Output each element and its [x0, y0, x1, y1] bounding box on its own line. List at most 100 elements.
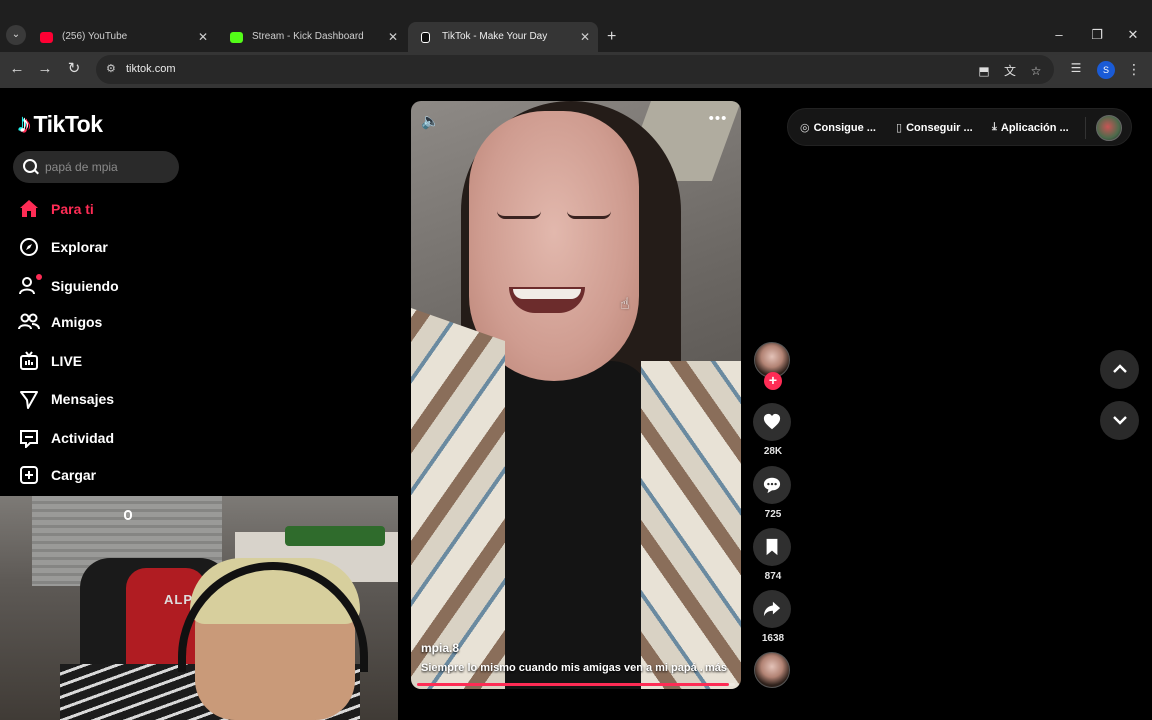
share-count: 1638 [761, 633, 785, 644]
video-author[interactable]: mpia.8 [421, 641, 459, 655]
tiktok-note-icon: ♪ [18, 109, 31, 138]
follow-plus-icon[interactable]: + [764, 372, 782, 390]
sidebar-item-siguiendo[interactable]: Siguiendo [18, 267, 218, 305]
reload-icon[interactable]: ↻ [65, 60, 83, 78]
counter-items [285, 526, 385, 546]
get-app-label: Conseguir ... [906, 121, 973, 134]
next-video-button[interactable] [1100, 401, 1139, 440]
activity-icon [18, 427, 40, 449]
volume-icon[interactable]: 🔈 [421, 113, 443, 131]
search-input[interactable]: papá de mpia [13, 151, 179, 183]
sidebar-item-actividad[interactable]: Actividad [18, 419, 218, 457]
user-profile-avatar[interactable] [1096, 115, 1122, 141]
tab-kick[interactable]: Stream - Kick Dashboard ✕ [218, 22, 406, 52]
sidebar-item-mensajes[interactable]: Mensajes [18, 380, 218, 418]
caption-more-link[interactable]: más [705, 662, 727, 674]
youtube-icon [40, 32, 53, 43]
sidebar-item-label: Siguiendo [51, 278, 119, 294]
restore-icon[interactable]: ❐ [1082, 20, 1112, 50]
home-icon [18, 198, 40, 220]
tab-title: (256) YouTube [62, 31, 128, 42]
sidebar-item-label: Para ti [51, 201, 94, 217]
sound-creator-avatar[interactable] [754, 652, 790, 688]
upload-icon [18, 464, 40, 486]
back-icon[interactable]: ← [8, 60, 26, 78]
save-count: 874 [764, 571, 782, 582]
browser-menu-icon[interactable]: ⋮ [1126, 60, 1142, 78]
tab-tiktok[interactable]: TikTok - Make Your Day ✕ [408, 22, 598, 52]
bookmark-icon [766, 538, 778, 556]
comment-button[interactable] [753, 466, 791, 504]
share-button[interactable] [753, 590, 791, 628]
translate-icon[interactable]: 文 [1002, 63, 1018, 79]
video-progress-fill [417, 683, 729, 686]
sidebar-item-label: Amigos [51, 314, 103, 330]
profile-avatar[interactable]: S [1097, 61, 1115, 79]
browser-toolbar: ← → ↻ ⚙ tiktok.com ⬒ 文 ☆ ☰ S ⋮ [0, 52, 1152, 88]
site-settings-icon[interactable]: ⚙ [106, 63, 120, 75]
tab-search-dropdown-icon[interactable]: ⌄ [6, 25, 26, 45]
chevron-down-icon [1112, 416, 1127, 425]
like-count: 28K [763, 446, 783, 457]
sidebar-item-amigos[interactable]: Amigos [18, 303, 218, 341]
address-bar[interactable]: ⚙ tiktok.com ⬒ 文 ☆ [96, 55, 1054, 84]
get-coins-label: Consigue ... [813, 121, 876, 134]
divider [1085, 117, 1086, 139]
close-window-icon[interactable]: ✕ [1118, 20, 1148, 50]
tiktok-logo[interactable]: ♪ TikTok [18, 109, 103, 139]
plaid-blanket [641, 361, 741, 689]
desktop-app-button[interactable]: ⤓ Aplicación ... [992, 121, 1069, 134]
sidebar-item-label: Explorar [51, 239, 108, 255]
forward-icon[interactable]: → [36, 60, 54, 78]
more-options-icon[interactable]: ••• [707, 111, 729, 129]
sidebar-item-label: LIVE [51, 353, 83, 369]
video-subject-shirt [481, 361, 651, 689]
live-icon [18, 350, 40, 372]
video-subject-teeth [513, 289, 581, 299]
minimize-icon[interactable]: – [1044, 20, 1074, 50]
previous-video-button[interactable] [1100, 350, 1139, 389]
close-tab-icon[interactable]: ✕ [388, 22, 398, 52]
coin-icon: ◎ [800, 122, 810, 134]
like-button[interactable] [753, 403, 791, 441]
desktop-app-label: Aplicación ... [1000, 121, 1069, 134]
url-text: tiktok.com [126, 63, 176, 75]
sidebar-item-cargar[interactable]: Cargar [18, 456, 218, 494]
sidebar-item-live[interactable]: LIVE [18, 342, 218, 380]
new-tab-button[interactable]: + [607, 22, 623, 52]
share-arrow-icon [763, 601, 781, 617]
sidebar-item-label: Actividad [51, 430, 115, 446]
messages-icon [18, 388, 40, 410]
get-coins-button[interactable]: ◎ Consigue ... [800, 121, 876, 135]
tab-title: Stream - Kick Dashboard [252, 31, 364, 42]
tab-title: TikTok - Make Your Day [442, 31, 548, 42]
install-app-icon[interactable]: ⬒ [976, 63, 992, 79]
tab-youtube[interactable]: (256) YouTube ✕ [28, 22, 216, 52]
download-icon: ⤓ [992, 121, 997, 133]
light-icon [124, 510, 132, 520]
notification-dot [36, 274, 42, 280]
video-player[interactable]: 🔈 ••• mpia.8 Siempre lo mismo cuando mis… [411, 101, 741, 689]
reading-list-icon[interactable]: ☰ [1068, 60, 1084, 76]
sidebar-item-label: Cargar [51, 467, 97, 483]
get-app-button[interactable]: ▯ Conseguir ... [896, 121, 973, 135]
chevron-up-icon [1112, 364, 1127, 373]
sidebar-item-para-ti[interactable]: Para ti [18, 190, 218, 228]
video-progress-bar[interactable] [417, 683, 735, 686]
close-tab-icon[interactable]: ✕ [198, 22, 208, 52]
video-subject-eye [567, 211, 611, 219]
sidebar-item-explorar[interactable]: Explorar [18, 228, 218, 266]
close-tab-icon[interactable]: ✕ [580, 22, 590, 52]
save-button[interactable] [753, 528, 791, 566]
video-subject-eye [497, 211, 541, 219]
heart-icon [763, 413, 781, 430]
sidebar-item-label: Mensajes [51, 391, 115, 407]
following-icon [18, 274, 42, 297]
top-action-bar: ◎ Consigue ... ▯ Conseguir ... ⤓ Aplicac… [787, 108, 1132, 146]
kick-icon [230, 32, 243, 43]
tiktok-favicon-icon [421, 32, 430, 43]
video-caption: Siempre lo mismo cuando mis amigas ven a… [421, 662, 703, 674]
hand-cursor-icon: ☝ [620, 296, 630, 313]
friends-icon [18, 311, 40, 333]
bookmark-star-icon[interactable]: ☆ [1028, 63, 1044, 79]
